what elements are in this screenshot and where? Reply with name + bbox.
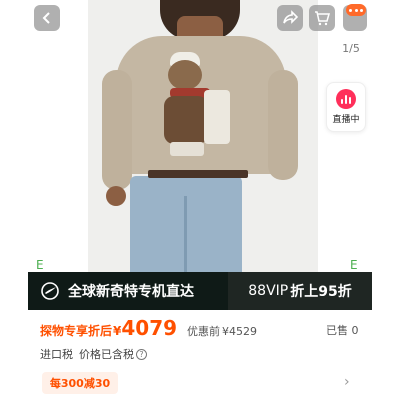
live-chart-icon [336,89,356,109]
model-hand [106,186,126,206]
corner-mark-right: E [350,258,358,272]
image-pager: 1/5 [335,38,367,58]
price-row: 探物专享折后 ¥ 4079 优惠前 ¥4529 [40,316,370,340]
coupon-badge[interactable]: 每300减30 [42,372,118,394]
product-image-gallery[interactable]: 1/5 直播中 E E [0,0,400,278]
original-price-label: 优惠前 [187,325,221,338]
corner-mark-left: E [36,258,44,272]
belt [148,170,248,178]
cart-icon [315,11,330,26]
sweater-sleeve-left [102,70,132,190]
tax-detail: 价格已含税 [79,348,134,361]
promo-banner[interactable]: 全球新奇特专机直达 88VIP 折上95折 [28,272,372,310]
sweater-sleeve-right [268,70,298,180]
price-value: 4079 [121,316,178,340]
price-prefix: 探物专享折后 [40,324,113,338]
live-label: 直播中 [332,115,360,125]
banner-left: 全球新奇特专机直达 [28,272,228,310]
live-stream-button[interactable]: 直播中 [326,82,366,132]
vip-label: 88VIP [248,283,289,299]
back-button[interactable] [34,5,60,31]
tax-row[interactable]: 进口税 价格已含税 ? [40,346,147,362]
share-button[interactable] [277,5,303,31]
chevron-left-icon [42,12,50,24]
share-icon [283,10,298,24]
sold-count: 已售 0 [326,324,359,337]
cart-button[interactable] [309,5,335,31]
jeans-seam [184,196,187,278]
bear-jacket [204,90,230,144]
banner-title: 全球新奇特专机直达 [68,284,194,300]
bear-body [164,96,208,144]
chevron-right-icon[interactable]: › [344,374,350,390]
vip-discount: 折上95折 [290,284,352,300]
bear-legs [170,142,204,156]
original-price: ¥4529 [222,325,258,338]
more-dots-icon[interactable] [346,4,366,16]
question-circle-icon[interactable]: ? [136,348,147,360]
vip-offer: 88VIP 折上95折 [228,272,372,310]
plane-swoosh-icon [40,281,60,301]
price-currency: ¥ [113,324,122,338]
bear-head [168,60,202,90]
tax-label: 进口税 [40,348,73,361]
